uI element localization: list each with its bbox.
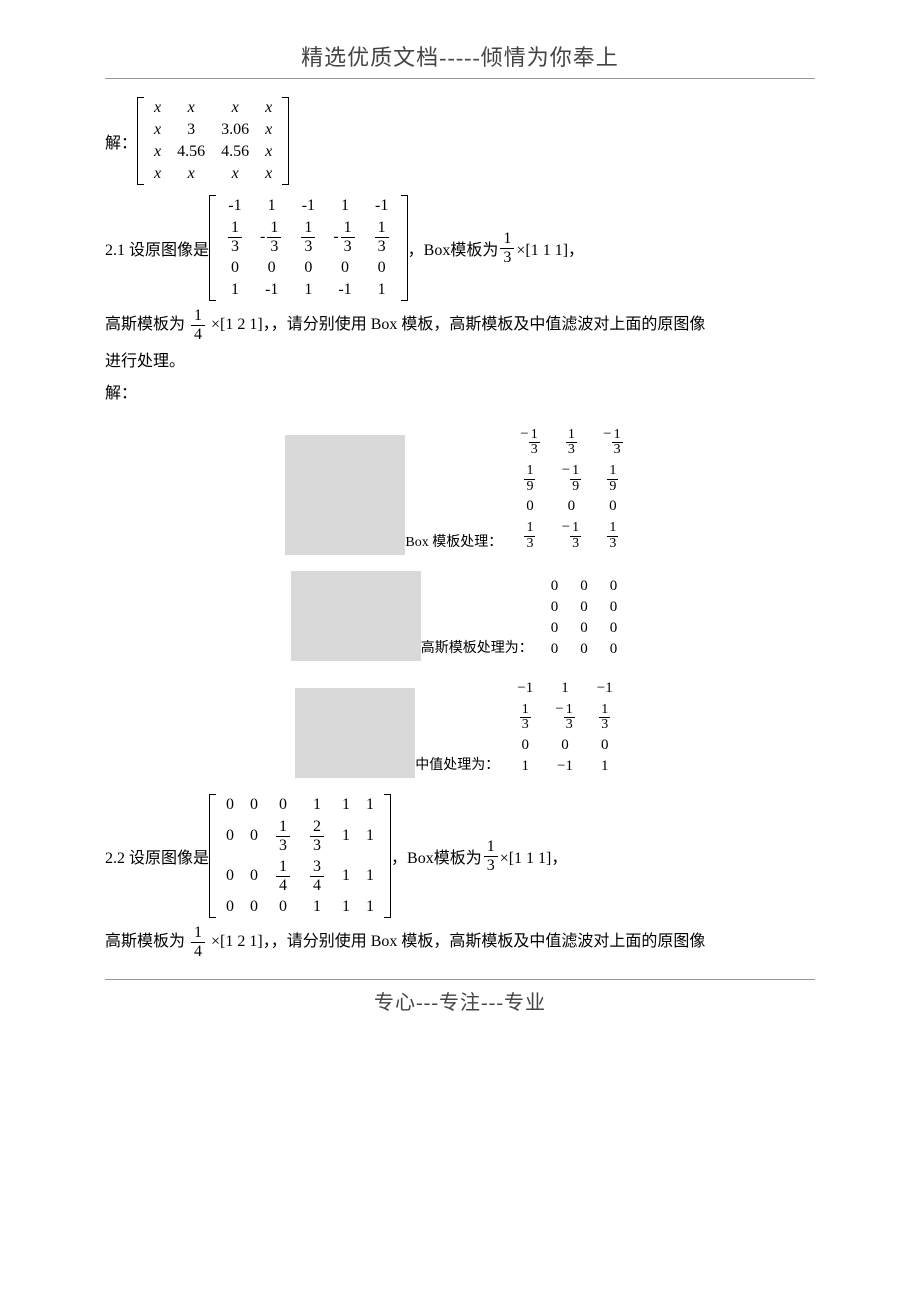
page-header: 精选优质文档-----倾情为你奉上 xyxy=(105,40,815,79)
gauss-result-row: 高斯模板处理为： 000 000 000 000 xyxy=(105,571,815,661)
gauss-graybox xyxy=(291,571,421,661)
matrix-2-body: -11-11-1 13 -13 13 -13 13 00000 1-11-11 xyxy=(218,195,399,301)
page: 精选优质文档-----倾情为你奉上 解： xxxx x33.06x x4.564… xyxy=(0,0,920,1045)
matrix-1: xxxx x33.06x x4.564.56x xxxx xyxy=(137,97,289,185)
matrix-1-body: xxxx x33.06x x4.564.56x xxxx xyxy=(146,97,280,185)
gauss-text-a: 高斯模板为 xyxy=(105,316,185,333)
box-result-row: Box 模板处理： −1313−13 19−1919 000 13−1313 xyxy=(105,423,815,555)
p22-prefix: 2.2 设原图像是 xyxy=(105,844,209,868)
median-result-row: 中值处理为： −11−1 13−1313 000 1−11 xyxy=(105,677,815,778)
gauss-result-label: 高斯模板处理为： xyxy=(421,637,539,661)
problem-2-2: 2.2 设原图像是 000111 00132311 00143411 00011… xyxy=(105,794,815,918)
gauss-line-2: 高斯模板为 14 ×[1 2 1]，，请分别使用 Box 模板，高斯模板及中值滤… xyxy=(105,924,815,960)
process-line: 进行处理。 xyxy=(105,349,815,375)
matrix-2: -11-11-1 13 -13 13 -13 13 00000 1-11-11 xyxy=(209,195,408,301)
median-graybox xyxy=(295,688,415,778)
box-result-label: Box 模板处理： xyxy=(405,531,508,555)
gauss-row-2: ×[1 2 1]，，请分别使用 Box 模板，高斯模板及中值滤波对上面的原图像 xyxy=(211,933,705,950)
gauss-frac-2: 14 xyxy=(191,924,205,960)
gauss-line: 高斯模板为 14 ×[1 2 1]，，请分别使用 Box 模板，高斯模板及中值滤… xyxy=(105,307,815,343)
gauss-result-table: 000 000 000 000 xyxy=(539,575,630,661)
gauss-frac: 14 xyxy=(191,307,205,343)
box-text-a-2: ，Box模板为 xyxy=(391,844,482,868)
box-result-table: −1313−13 19−1919 000 13−1313 xyxy=(508,423,634,555)
matrix-3: 000111 00132311 00143411 000111 xyxy=(209,794,391,918)
solve-2: 解： xyxy=(105,381,815,407)
box-vec: ×[1 1 1]， xyxy=(516,236,584,260)
gauss-row: ×[1 2 1]，，请分别使用 Box 模板，高斯模板及中值滤波对上面的原图像 xyxy=(211,316,705,333)
median-result-label: 中值处理为： xyxy=(415,754,505,778)
solve-label: 解： xyxy=(105,129,137,153)
solution-line: 解： xxxx x33.06x x4.564.56x xxxx xyxy=(105,97,815,185)
box-frac-2: 13 xyxy=(484,838,498,874)
median-result-table: −11−1 13−1313 000 1−11 xyxy=(505,677,624,778)
page-footer: 专心---专注---专业 xyxy=(105,979,815,1015)
gauss-text-a-2: 高斯模板为 xyxy=(105,933,185,950)
problem-2-1: 2.1 设原图像是 -11-11-1 13 -13 13 -13 13 0000… xyxy=(105,195,815,301)
box-frac: 13 xyxy=(500,230,514,266)
box-vec-2: ×[1 1 1]， xyxy=(500,844,568,868)
box-text-a: ，Box模板为 xyxy=(408,236,499,260)
p21-prefix: 2.1 设原图像是 xyxy=(105,236,209,260)
box-graybox xyxy=(285,435,405,555)
matrix-3-body: 000111 00132311 00143411 000111 xyxy=(218,794,382,918)
